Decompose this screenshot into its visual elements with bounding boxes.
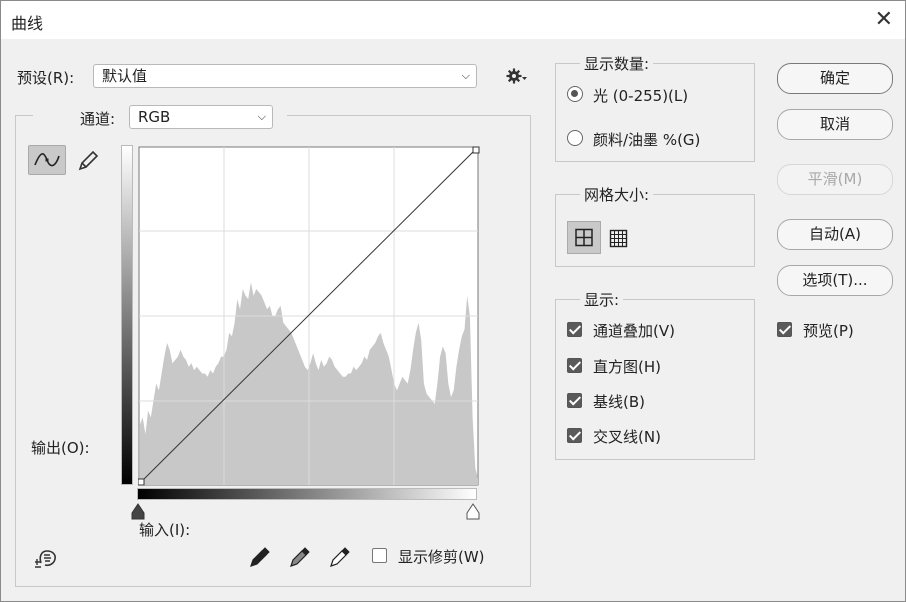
show-title: 显示: [580,289,624,310]
window-title: 曲线 [11,14,44,33]
histogram-label: 直方图(H) [593,358,661,376]
title-bar: 曲线 ✕ [1,1,905,39]
preview-checkbox[interactable] [777,322,792,337]
output-gradient-bar [121,145,133,485]
channel-label: 通道: [80,110,116,128]
radio-pigment-label: 颜料/油墨 %(G) [593,131,701,149]
clipping-label: 显示修剪(W) [398,548,485,566]
eyedropper-white-icon[interactable] [327,544,353,574]
intersection-checkbox[interactable] [567,428,582,443]
chevron-down-icon: ⌵ [257,110,266,123]
radio-light-label: 光 (0-255)(L) [593,87,689,105]
curve-point-icon [34,153,60,167]
display-amount-title: 显示数量: [580,53,654,74]
grid-simple-icon [575,228,593,247]
channel-value: RGB [138,108,171,126]
curve-point-tool[interactable] [28,145,66,175]
grid-detailed-icon[interactable] [607,227,631,255]
baseline-checkbox[interactable] [567,393,582,408]
grid-size-title: 网格大小: [580,184,654,205]
close-icon[interactable]: ✕ [875,7,893,32]
auto-button[interactable]: 自动(A) [777,219,893,250]
eyedropper-gray-icon[interactable] [287,544,313,574]
input-label: 输入(I): [139,521,191,539]
preset-value: 默认值 [102,67,148,85]
input-gradient-bar [137,488,477,500]
white-point-slider[interactable] [465,503,481,525]
ok-button[interactable]: 确定 [777,63,893,94]
channel-overlay-checkbox[interactable] [567,322,582,337]
radio-light[interactable] [567,86,583,102]
cancel-button[interactable]: 取消 [777,109,893,140]
preset-select[interactable]: 默认值 ⌵ [93,64,477,88]
histogram-checkbox[interactable] [567,358,582,373]
gear-icon[interactable] [506,67,528,89]
baseline-label: 基线(B) [593,393,645,411]
preview-label: 预览(P) [803,322,854,340]
curve-graph[interactable] [138,146,480,486]
intersection-label: 交叉线(N) [593,428,661,446]
clipping-checkbox[interactable] [372,548,387,563]
hand-adjust-icon[interactable] [33,545,61,575]
channel-select[interactable]: RGB ⌵ [129,105,273,129]
preset-label: 预设(R): [17,69,75,87]
channel-overlay-label: 通道叠加(V) [593,322,675,340]
output-label: 输出(O): [31,439,90,457]
curves-dialog: 曲线 ✕ 预设(R): 默认值 ⌵ 通道: RGB ⌵ 输出(O): 输入(I)… [0,0,906,602]
chevron-down-icon: ⌵ [461,69,470,82]
pencil-icon[interactable] [75,148,101,178]
curve-point-white[interactable] [472,146,480,154]
options-button[interactable]: 选项(T)... [777,265,893,296]
curve-point-black[interactable] [138,478,145,486]
smooth-button[interactable]: 平滑(M) [777,164,893,195]
eyedropper-black-icon[interactable] [247,544,273,574]
grid-simple-button[interactable] [567,221,601,254]
radio-pigment[interactable] [567,130,583,146]
